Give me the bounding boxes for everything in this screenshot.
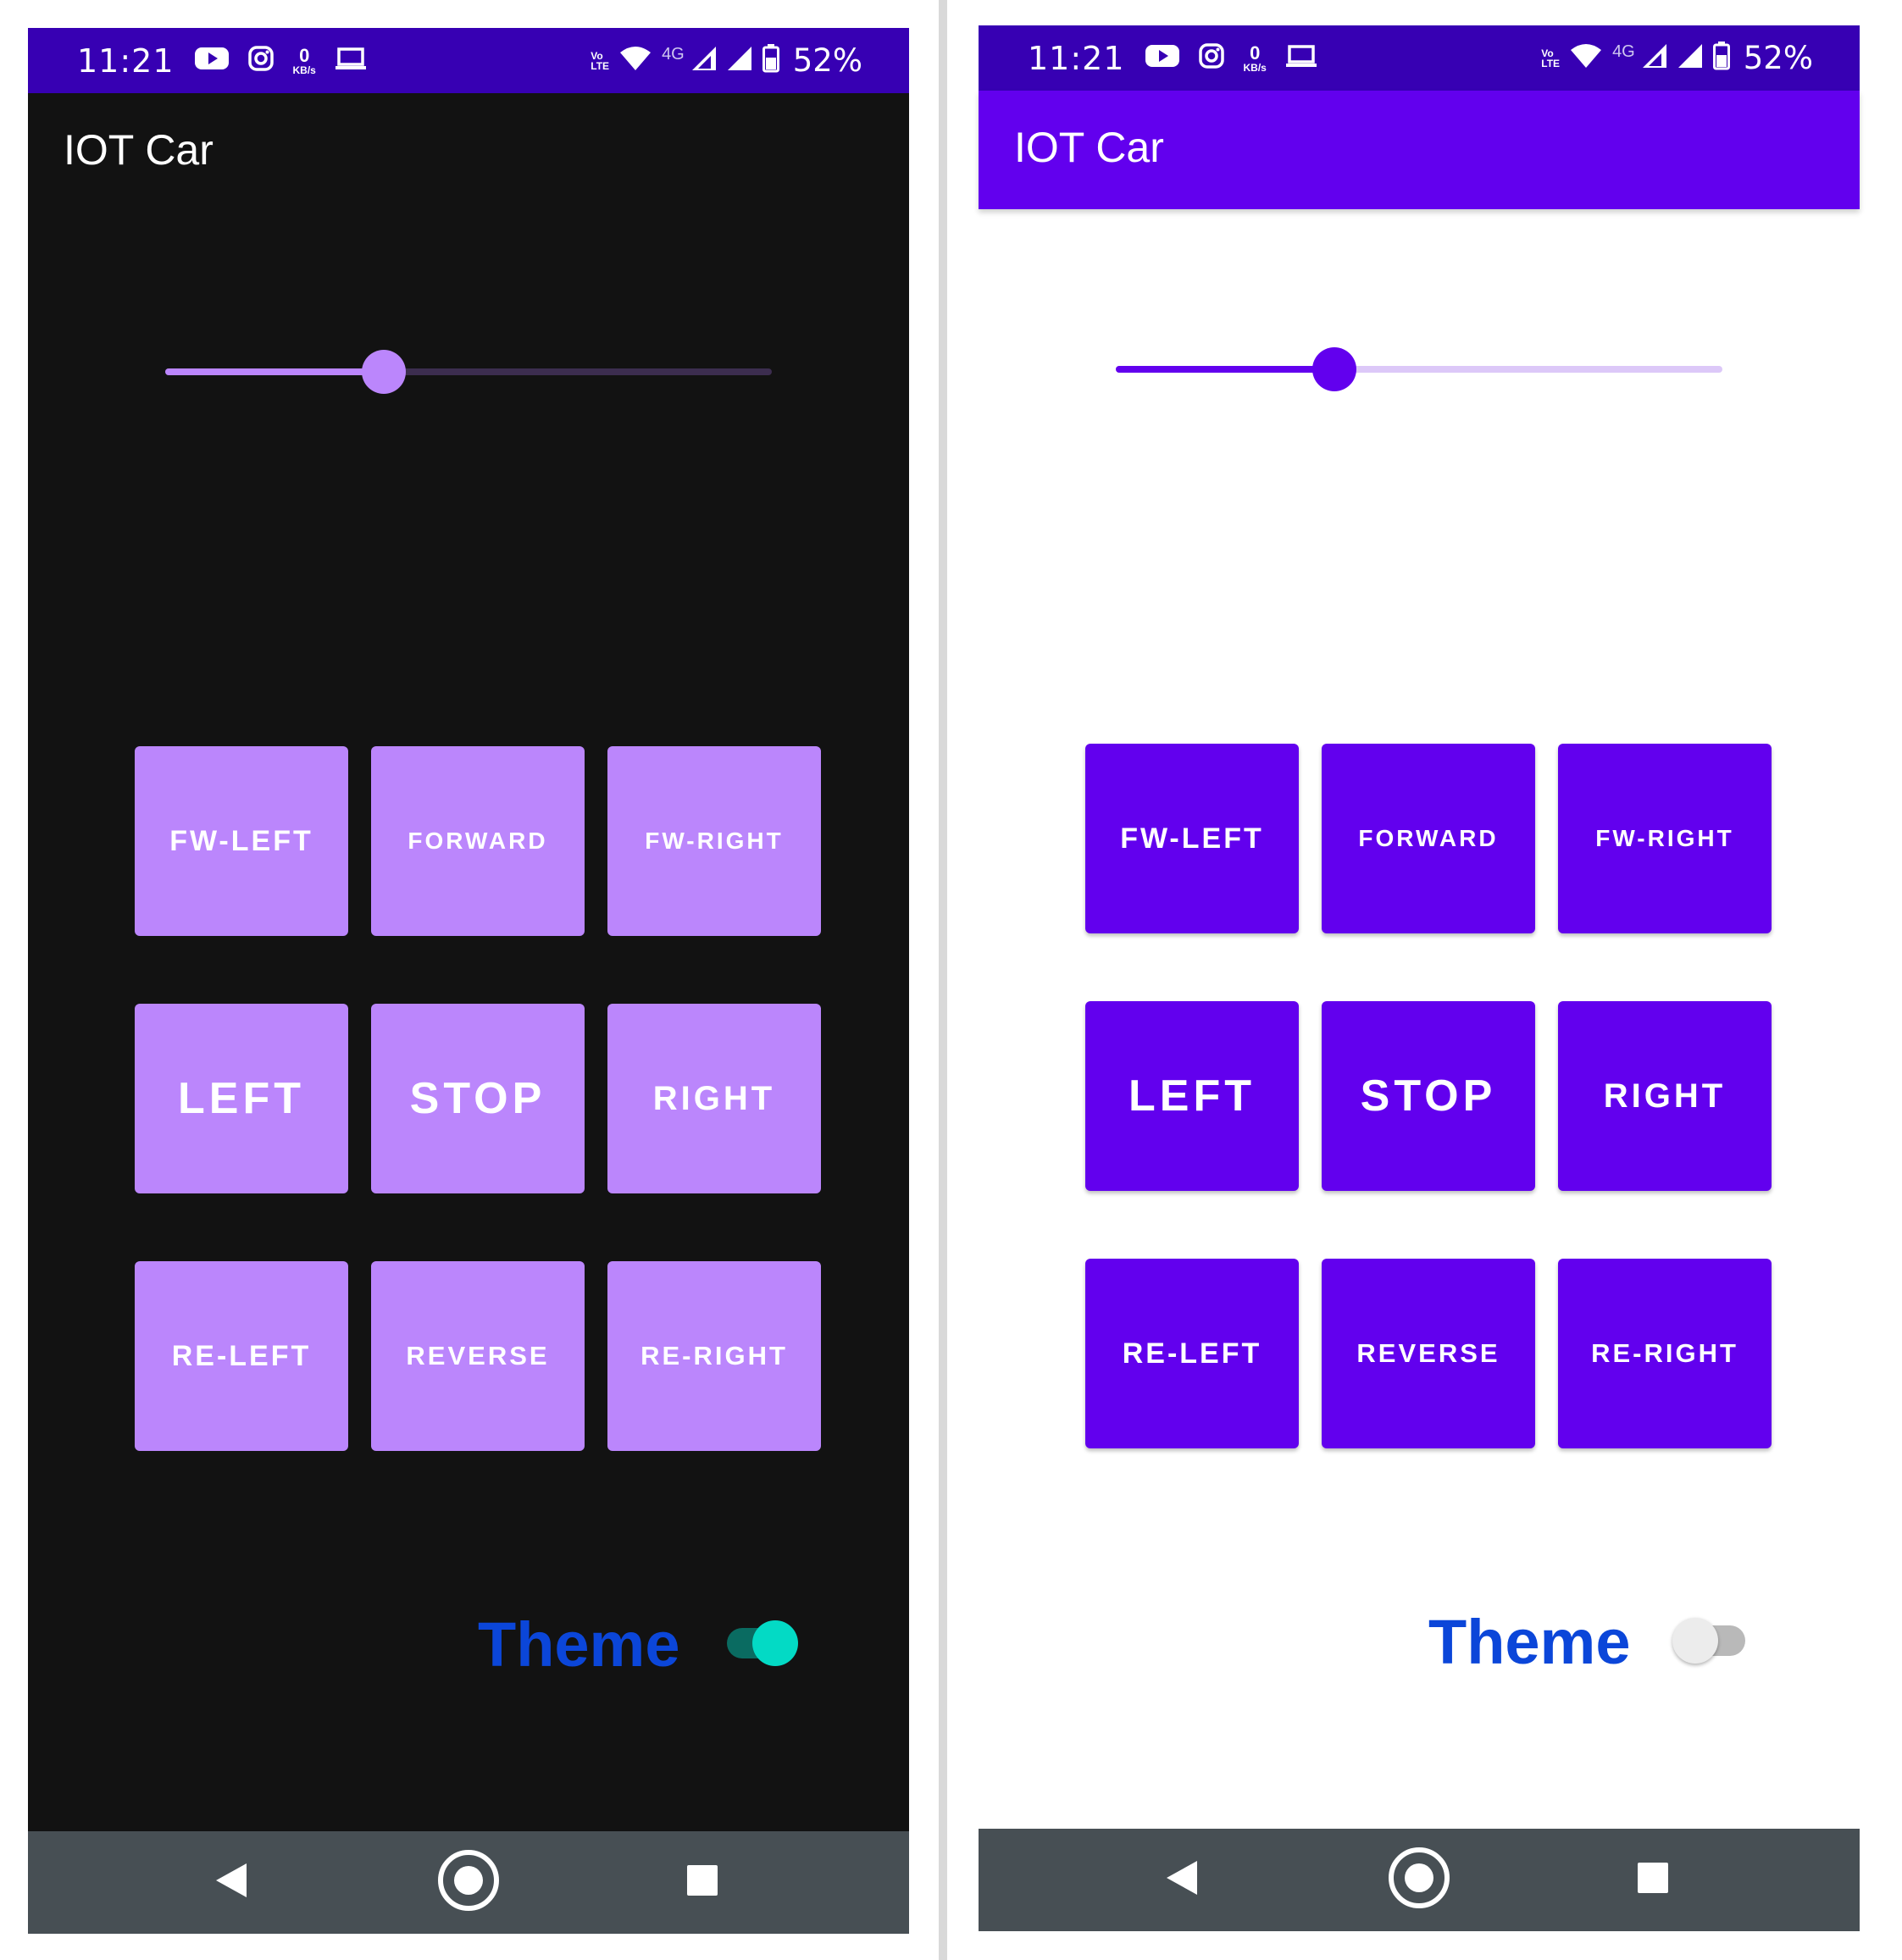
signal-icon (1642, 43, 1667, 73)
right-button[interactable]: RIGHT (607, 1004, 821, 1193)
instagram-icon (247, 45, 274, 76)
recents-button[interactable] (1602, 1829, 1704, 1931)
data-speed-value: 0 (1250, 42, 1261, 64)
instagram-icon (1198, 42, 1225, 74)
forward-button[interactable]: FORWARD (371, 746, 585, 936)
signal-icon (1677, 43, 1703, 73)
signal-icon (691, 46, 717, 75)
volte-indicator: Vo LTE (1541, 48, 1560, 69)
reverse-button[interactable]: REVERSE (371, 1261, 585, 1451)
back-button[interactable] (1131, 1829, 1233, 1931)
data-speed-value: 0 (299, 44, 310, 66)
volte-bottom: LTE (591, 59, 610, 72)
re-right-button[interactable]: RE-RIGHT (1558, 1259, 1772, 1448)
forward-button[interactable]: FORWARD (1322, 744, 1535, 933)
fw-left-button[interactable]: FW-LEFT (1085, 744, 1299, 933)
battery-icon (762, 44, 779, 77)
status-bar: 11:21 0 KB/s Vo LTE 4G 52% (979, 25, 1860, 91)
status-time: 11:21 (77, 42, 175, 80)
slider-active-track (1116, 366, 1334, 373)
recents-icon (685, 1863, 719, 1902)
right-button[interactable]: RIGHT (1558, 1001, 1772, 1191)
battery-icon (1712, 42, 1730, 75)
data-speed-unit: KB/s (1243, 61, 1267, 74)
theme-label: Theme (1428, 1607, 1631, 1677)
battery-percent: 52% (1743, 40, 1813, 76)
network-type: 4G (1612, 42, 1635, 61)
back-icon (214, 1862, 248, 1903)
app-title: IOT Car (64, 126, 213, 174)
phone-screen-dark: 11:21 0 KB/s Vo LTE 4G 52% IOT Car FW-LE… (28, 0, 909, 1960)
app-bar: IOT Car (28, 93, 909, 212)
laptop-icon (335, 47, 367, 75)
speed-slider[interactable] (165, 350, 772, 394)
fw-left-button[interactable]: FW-LEFT (135, 746, 348, 936)
re-left-button[interactable]: RE-LEFT (135, 1261, 348, 1451)
volte-top: Vo (1541, 47, 1554, 59)
navigation-bar (28, 1831, 909, 1934)
reverse-button[interactable]: REVERSE (1322, 1259, 1535, 1448)
home-button[interactable] (418, 1831, 519, 1934)
status-bar: 11:21 0 KB/s Vo LTE 4G 52% (28, 28, 909, 93)
slider-active-track (165, 368, 384, 375)
home-icon (1388, 1846, 1450, 1913)
left-button[interactable]: LEFT (1085, 1001, 1299, 1191)
re-right-button[interactable]: RE-RIGHT (607, 1261, 821, 1451)
switch-thumb (752, 1620, 798, 1666)
data-speed-unit: KB/s (292, 64, 316, 76)
left-button[interactable]: LEFT (135, 1004, 348, 1193)
switch-thumb (1672, 1618, 1718, 1664)
app-bar: IOT Car (979, 91, 1860, 209)
fw-right-button[interactable]: FW-RIGHT (1558, 744, 1772, 933)
laptop-icon (1285, 44, 1317, 72)
recents-button[interactable] (652, 1831, 753, 1934)
home-button[interactable] (1368, 1829, 1470, 1931)
slider-thumb[interactable] (361, 350, 406, 394)
phone-screen-light: 11:21 0 KB/s Vo LTE 4G 52% IOT Car FW-LE… (979, 0, 1860, 1960)
data-speed: 0 KB/s (292, 44, 316, 76)
stop-button[interactable]: STOP (371, 1004, 585, 1193)
volte-top: Vo (591, 49, 603, 62)
slider-thumb[interactable] (1311, 347, 1356, 391)
volte-bottom: LTE (1541, 57, 1561, 69)
youtube-icon (194, 46, 229, 75)
home-icon (437, 1849, 500, 1916)
fw-right-button[interactable]: FW-RIGHT (607, 746, 821, 936)
main-content: IOT Car FW-LEFT FORWARD FW-RIGHT LEFT ST… (979, 91, 1860, 1829)
recents-icon (1636, 1861, 1670, 1899)
navigation-bar (979, 1829, 1860, 1931)
youtube-icon (1145, 43, 1179, 73)
theme-switch[interactable] (727, 1620, 798, 1666)
back-button[interactable] (180, 1831, 282, 1934)
back-icon (1165, 1859, 1199, 1901)
status-time: 11:21 (1028, 39, 1125, 77)
theme-switch[interactable] (1672, 1618, 1745, 1664)
network-type: 4G (662, 45, 685, 64)
wifi-icon (1570, 43, 1602, 73)
data-speed: 0 KB/s (1243, 42, 1267, 74)
screen-divider (939, 0, 947, 1960)
speed-slider[interactable] (1116, 347, 1722, 391)
re-left-button[interactable]: RE-LEFT (1085, 1259, 1299, 1448)
wifi-icon (619, 46, 652, 75)
volte-indicator: Vo LTE (591, 51, 609, 71)
battery-percent: 52% (792, 42, 862, 79)
theme-label: Theme (478, 1609, 680, 1680)
stop-button[interactable]: STOP (1322, 1001, 1535, 1191)
app-title: IOT Car (1014, 124, 1164, 171)
main-content: IOT Car FW-LEFT FORWARD FW-RIGHT LEFT ST… (28, 93, 909, 1831)
signal-icon (727, 46, 752, 75)
